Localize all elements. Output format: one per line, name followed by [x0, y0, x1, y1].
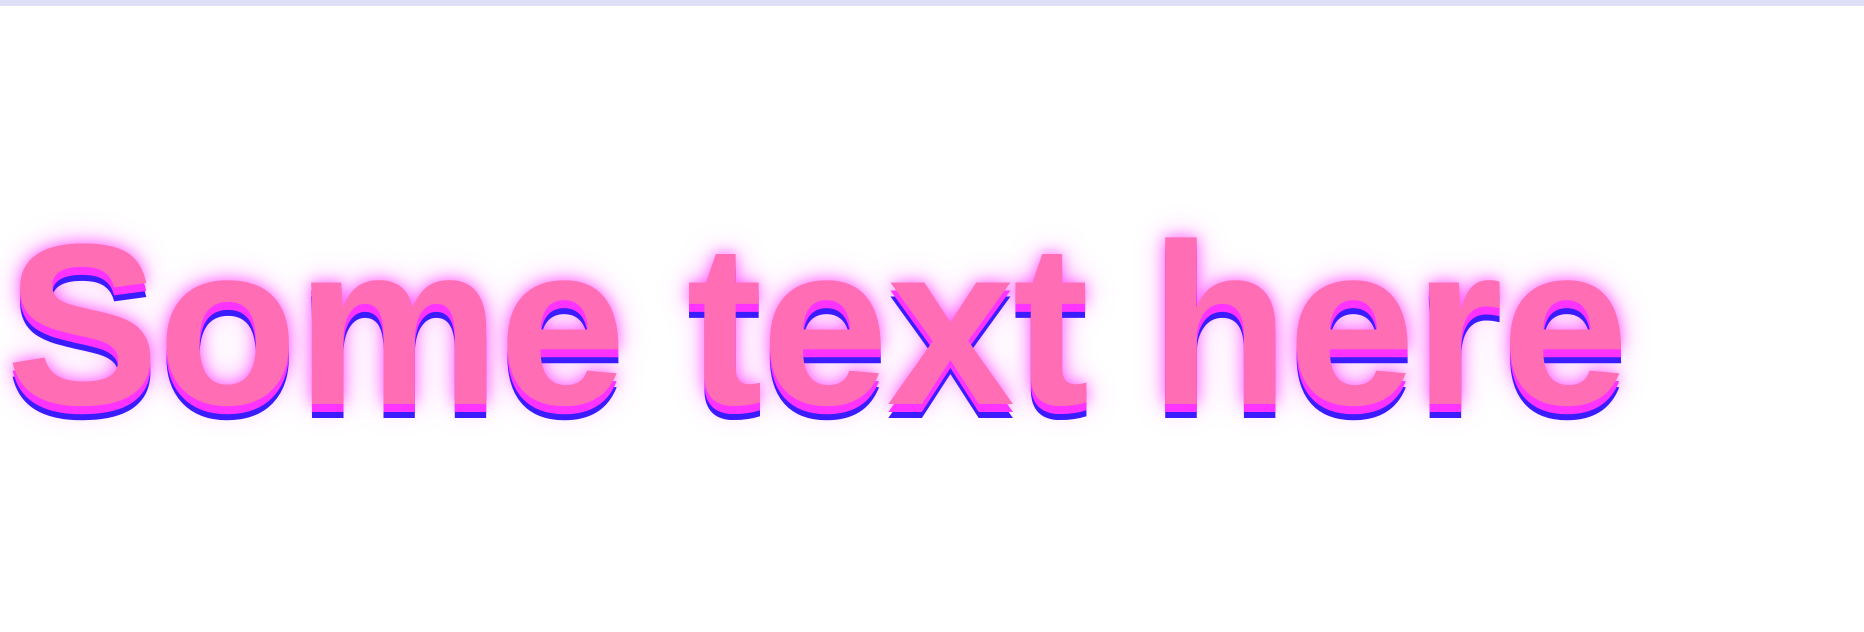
headline-text: Some text here — [6, 196, 1629, 453]
headline-stage: Some text here — [0, 210, 1864, 470]
top-bar — [0, 0, 1864, 6]
